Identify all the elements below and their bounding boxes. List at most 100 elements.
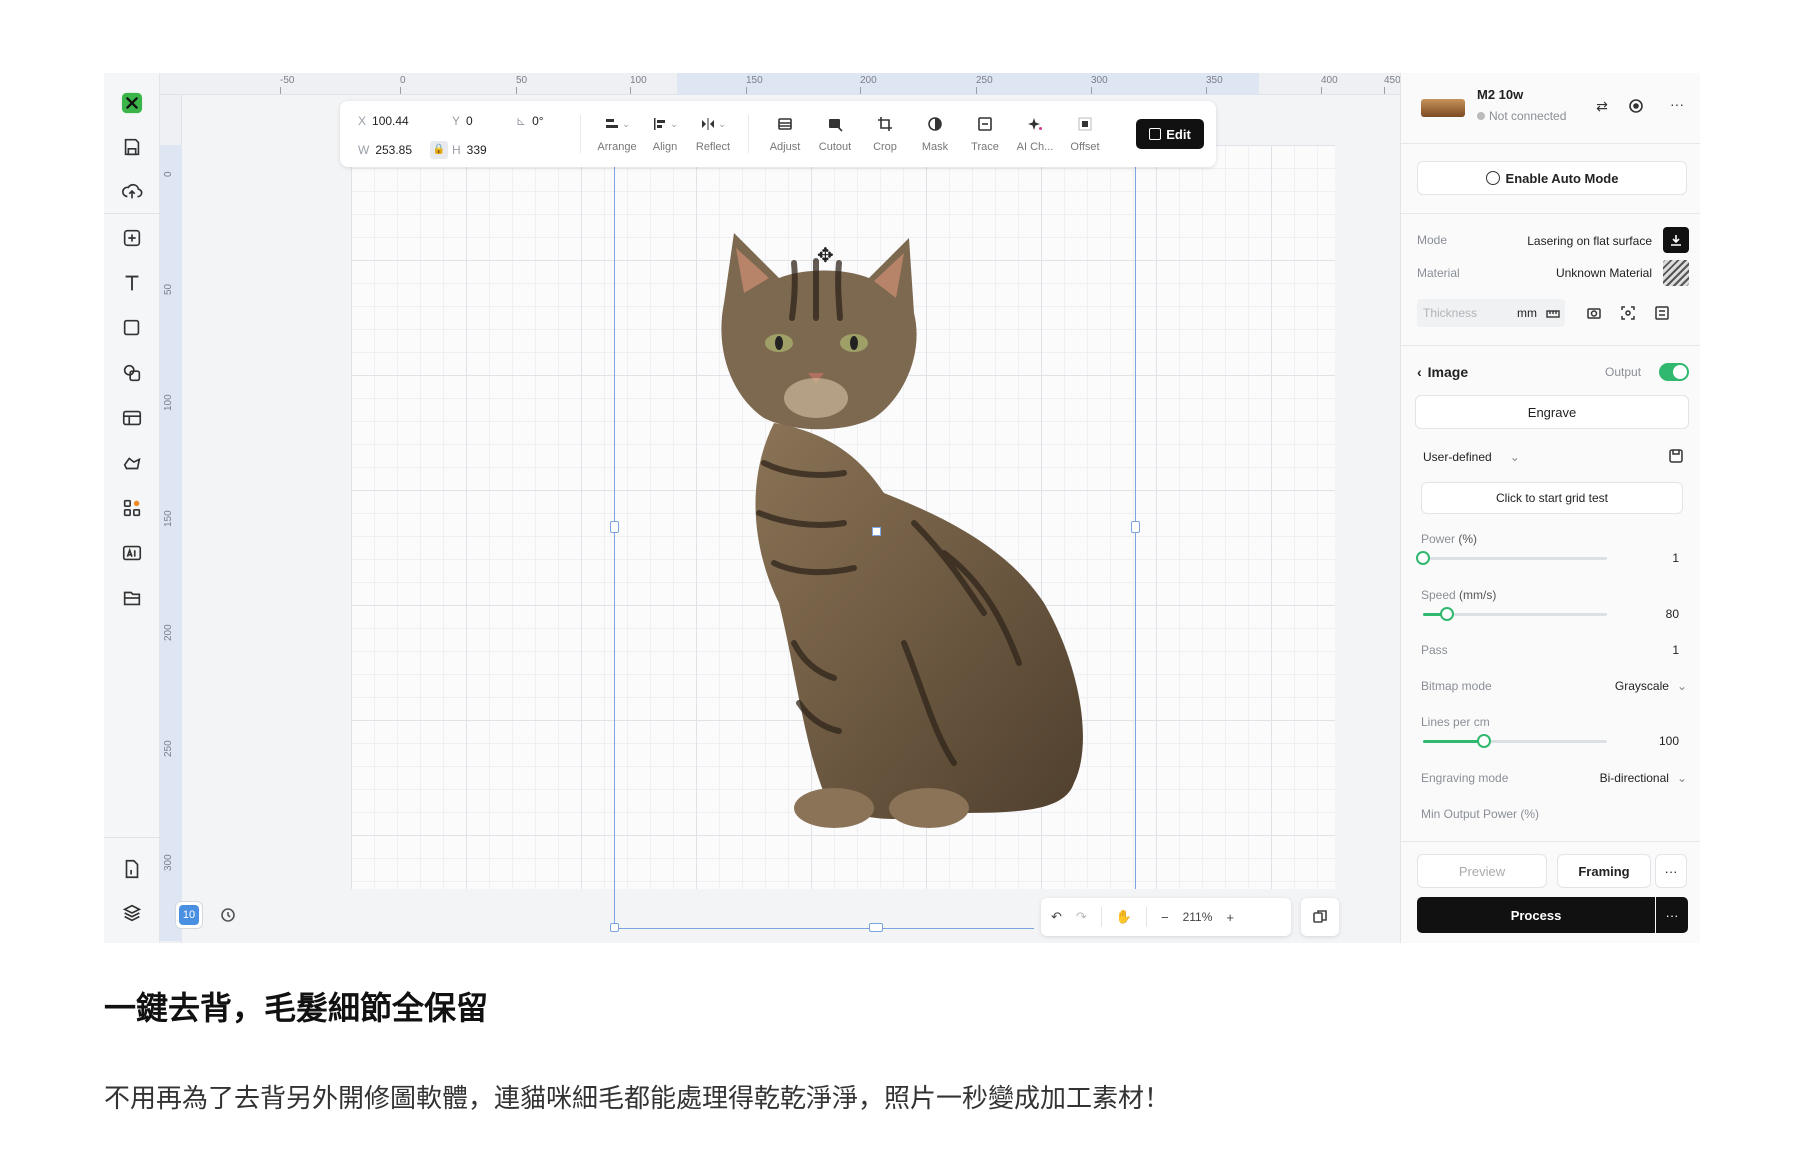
lines-per-cm-slider[interactable]	[1423, 734, 1607, 748]
height-field[interactable]: H 339	[452, 143, 487, 157]
device-status: Not connected	[1477, 109, 1566, 123]
offset-button[interactable]: Offset	[1060, 113, 1110, 153]
rectangle-tool-icon[interactable]	[118, 314, 146, 342]
cloud-library-icon[interactable]	[118, 449, 146, 477]
power-label: Power (%)	[1421, 532, 1478, 546]
ruler-tick: 200	[860, 75, 877, 94]
mode-value[interactable]: Lasering on flat surface	[1507, 234, 1652, 248]
lines-slider-knob[interactable]	[1476, 734, 1491, 748]
grid-test-button[interactable]: Click to start grid test	[1421, 482, 1683, 514]
switch-device-icon[interactable]: ⇄	[1593, 97, 1611, 115]
preview-button[interactable]: Preview	[1417, 854, 1547, 888]
resize-handle-left[interactable]	[610, 521, 619, 533]
material-library-icon[interactable]	[118, 584, 146, 612]
ruler-top: -50 0 50 100 150 200 250 300 350 400 450	[160, 73, 1401, 95]
undo-icon[interactable]: ↶	[1051, 909, 1062, 925]
redo-icon[interactable]: ↷	[1076, 909, 1087, 925]
process-button[interactable]: Process	[1417, 897, 1655, 933]
process-more-button[interactable]: ···	[1656, 897, 1688, 933]
thickness-input[interactable]: Thickness mm	[1417, 299, 1565, 327]
adjust-icon	[777, 113, 793, 135]
speed-value[interactable]: 80	[1633, 607, 1679, 621]
arrange-button[interactable]: ⌄ Arrange	[592, 113, 642, 154]
power-value[interactable]: 1	[1633, 551, 1679, 565]
pages-icon[interactable]	[118, 855, 146, 883]
ruler-tick: 100	[163, 394, 174, 411]
ruler-left: 0 50 100 150 200 250 300	[160, 95, 182, 943]
enable-auto-mode-button[interactable]: Enable Auto Mode	[1417, 161, 1687, 195]
speed-slider[interactable]	[1423, 607, 1607, 621]
reflect-button[interactable]: ⌄ Reflect	[688, 113, 738, 153]
align-button[interactable]: ⌄ Align	[640, 113, 690, 153]
framing-more-button[interactable]: ···	[1655, 854, 1687, 888]
history-icon[interactable]	[214, 901, 242, 929]
ai-tool-icon[interactable]	[118, 539, 146, 567]
material-value[interactable]: Unknown Material	[1507, 266, 1652, 280]
min-output-power-label: Min Output Power (%)	[1421, 807, 1540, 821]
resize-handle-bottom-left[interactable]	[610, 923, 619, 932]
image-section-title[interactable]: ‹ Image	[1417, 364, 1468, 380]
pan-hand-icon[interactable]: ✋	[1116, 909, 1132, 925]
rotation-field[interactable]: ⊾ 0°	[516, 114, 544, 128]
template-icon[interactable]	[118, 404, 146, 432]
shapes-tool-icon[interactable]	[118, 359, 146, 387]
framing-button[interactable]: Framing	[1557, 854, 1651, 888]
bitmap-mode-select[interactable]: Grayscale ⌄	[1577, 679, 1687, 693]
calibrate-icon[interactable]	[1653, 304, 1671, 322]
width-field[interactable]: W 253.85	[358, 143, 412, 157]
adjust-button[interactable]: Adjust	[760, 113, 810, 153]
save-icon[interactable]	[118, 133, 146, 161]
speed-slider-knob[interactable]	[1439, 607, 1454, 621]
ruler-tick: 100	[630, 75, 647, 94]
device-name[interactable]: M2 10w	[1477, 87, 1523, 102]
save-preset-icon[interactable]	[1667, 447, 1685, 465]
duplicate-icon[interactable]	[1301, 898, 1339, 936]
mask-button[interactable]: Mask	[910, 113, 960, 153]
rotation-center-handle[interactable]	[872, 527, 881, 536]
preset-select[interactable]: User-defined ⌄	[1423, 450, 1520, 464]
zoom-out-icon[interactable]: −	[1161, 910, 1169, 925]
upload-cloud-icon[interactable]	[118, 177, 146, 205]
y-position-field[interactable]: Y0	[452, 114, 473, 128]
process-type-engrave[interactable]: Engrave	[1415, 395, 1689, 429]
resize-handle-bottom[interactable]	[869, 923, 883, 932]
trace-button[interactable]: Trace	[960, 113, 1010, 153]
offset-icon	[1077, 113, 1093, 135]
text-tool-icon[interactable]	[118, 269, 146, 297]
scan-icon[interactable]	[1619, 304, 1637, 322]
chevron-down-icon: ⌄	[1676, 771, 1687, 785]
measure-icon[interactable]	[1545, 305, 1561, 321]
power-slider-knob[interactable]	[1416, 551, 1430, 565]
cat-image[interactable]	[684, 223, 1134, 843]
more-options-icon[interactable]: ···	[1667, 95, 1687, 113]
crop-icon	[877, 113, 893, 135]
target-icon[interactable]	[1627, 97, 1645, 115]
engraving-mode-select[interactable]: Bi-directional ⌄	[1551, 771, 1687, 785]
flat-surface-icon[interactable]	[1663, 227, 1689, 253]
cutout-button[interactable]: Cutout	[810, 113, 860, 153]
trace-icon	[977, 113, 993, 135]
power-slider[interactable]	[1416, 551, 1607, 565]
x-position-field[interactable]: X 100.44	[358, 114, 409, 128]
ruler-tick: 250	[976, 75, 993, 94]
camera-icon[interactable]	[1585, 304, 1603, 322]
app-logo-icon[interactable]	[118, 89, 146, 117]
material-swatch-icon[interactable]	[1663, 260, 1689, 286]
lock-ratio-icon[interactable]: 🔒	[430, 141, 448, 159]
resize-handle-right[interactable]	[1131, 521, 1140, 533]
output-toggle[interactable]	[1659, 363, 1689, 381]
pass-value[interactable]: 1	[1633, 643, 1679, 657]
layers-icon[interactable]	[118, 899, 146, 927]
lines-per-cm-value[interactable]: 100	[1633, 734, 1679, 748]
back-chevron-icon[interactable]: ‹	[1417, 364, 1422, 380]
ai-change-button[interactable]: AI Ch...	[1010, 113, 1060, 153]
edit-button[interactable]: Edit	[1136, 119, 1204, 149]
ruler-tick: 450	[1384, 75, 1401, 94]
crop-button[interactable]: Crop	[860, 113, 910, 153]
add-object-icon[interactable]	[118, 224, 146, 252]
zoom-level[interactable]: 211%	[1183, 910, 1213, 924]
layer-count-badge[interactable]: 10	[175, 901, 203, 929]
caption-body: 不用再為了去背另外開修圖軟體，連貓咪細毛都能處理得乾乾淨淨，照片一秒變成加工素材…	[104, 1084, 1171, 1114]
zoom-in-icon[interactable]: +	[1226, 910, 1234, 925]
apps-grid-icon[interactable]	[118, 494, 146, 522]
